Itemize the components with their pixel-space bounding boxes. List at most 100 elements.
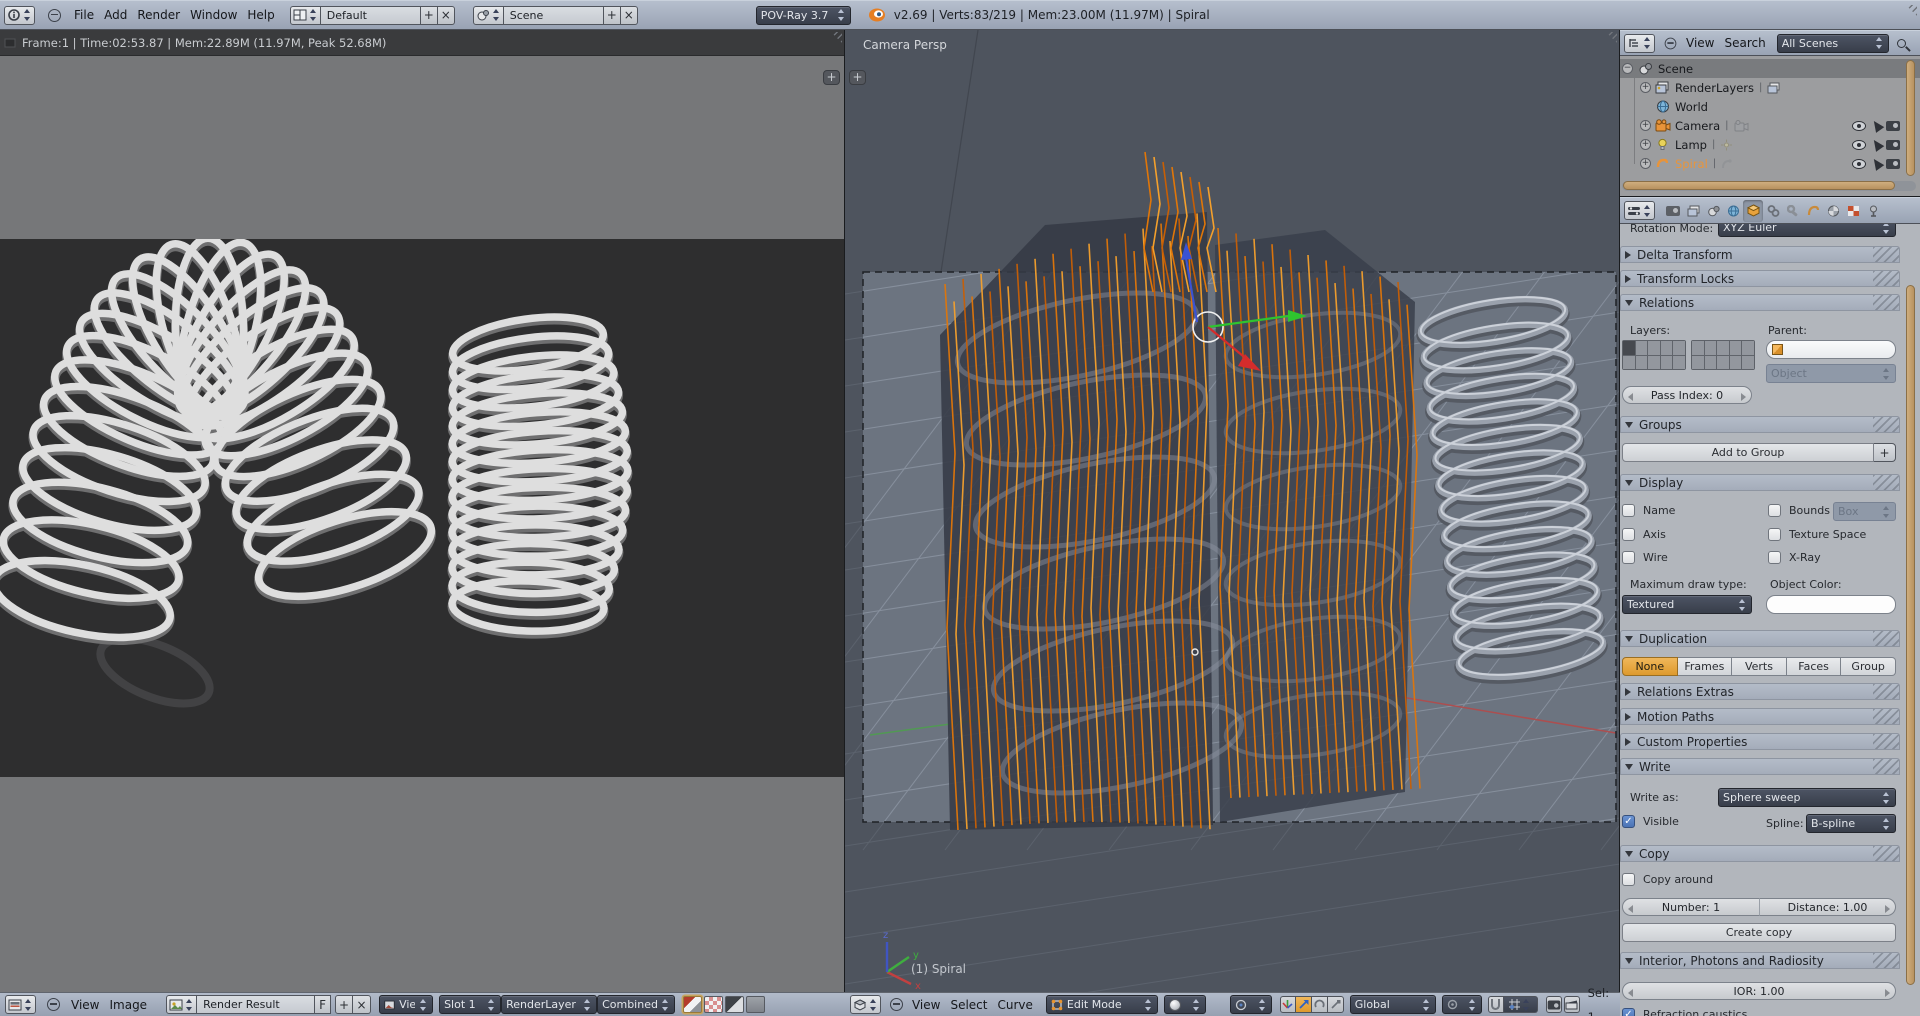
slot-dropdown[interactable]: Slot 1 — [439, 995, 501, 1014]
duplication-faces[interactable]: Faces — [1787, 657, 1842, 676]
color-channel-button[interactable] — [704, 996, 723, 1013]
panel-display[interactable]: Display — [1620, 474, 1900, 491]
manipulator-rotate-button[interactable] — [1312, 996, 1328, 1013]
scene-name-field[interactable]: Scene — [504, 6, 604, 25]
copy-around-checkbox[interactable] — [1622, 873, 1635, 886]
editor-type-button-properties[interactable] — [1624, 201, 1655, 220]
mode-dropdown[interactable]: Edit Mode — [1046, 995, 1158, 1014]
outliner-horizontal-scrollbar[interactable] — [1623, 181, 1895, 190]
panel-groups[interactable]: Groups — [1620, 416, 1900, 433]
bounds-type-dropdown[interactable]: Box — [1833, 502, 1896, 521]
copy-distance-slider[interactable]: Distance: 1.00 — [1759, 898, 1896, 916]
outliner-item-world[interactable]: World — [1620, 97, 1920, 116]
collapse-menus-icon[interactable] — [47, 998, 60, 1011]
menu-add[interactable]: Add — [99, 3, 132, 27]
editor-type-button-outliner[interactable] — [1624, 34, 1655, 53]
expand-toolshelf-button[interactable]: + — [849, 70, 866, 85]
menu-curve[interactable]: Curve — [993, 993, 1038, 1016]
render-toggle-icon[interactable] — [1886, 121, 1900, 131]
snap-element-dropdown[interactable] — [1504, 996, 1538, 1013]
ior-slider[interactable]: IOR: 1.00 — [1622, 982, 1896, 1000]
transform-orientation-dropdown[interactable]: Global — [1350, 995, 1436, 1014]
tab-constraints[interactable] — [1763, 200, 1783, 222]
menu-view[interactable]: View — [907, 993, 945, 1016]
add-layout-button[interactable]: + — [421, 6, 438, 25]
wire-checkbox[interactable] — [1622, 551, 1635, 564]
viewport-shading-dropdown[interactable] — [1164, 995, 1206, 1014]
layers-grid-left[interactable] — [1622, 340, 1686, 370]
selectable-toggle-icon[interactable] — [1870, 118, 1885, 133]
render-toggle-icon[interactable] — [1886, 159, 1900, 169]
bounds-checkbox[interactable] — [1768, 504, 1781, 517]
tab-object[interactable] — [1743, 200, 1763, 222]
outliner-vertical-scrollbar[interactable] — [1906, 60, 1915, 176]
outliner-item-renderlayers[interactable]: + RenderLayers | — [1620, 78, 1920, 97]
duplication-group[interactable]: Group — [1841, 657, 1896, 676]
axis-checkbox[interactable] — [1622, 528, 1635, 541]
image-view-mode-dropdown[interactable]: View — [379, 995, 433, 1014]
area-corner-widget[interactable] — [1904, 5, 1917, 18]
unlink-image-button[interactable]: × — [353, 995, 371, 1014]
menu-select[interactable]: Select — [945, 993, 992, 1016]
panel-copy[interactable]: Copy — [1620, 845, 1900, 862]
screen-layout-icon-button[interactable] — [290, 6, 321, 25]
image-browse-button[interactable] — [166, 995, 197, 1014]
parent-type-dropdown[interactable]: Object — [1766, 364, 1896, 383]
render-engine-dropdown[interactable]: POV-Ray 3.7 — [756, 6, 851, 25]
selectable-toggle-icon[interactable] — [1870, 137, 1885, 152]
menu-window[interactable]: Window — [185, 3, 242, 27]
editor-type-button-info[interactable] — [4, 6, 35, 25]
parent-object-field[interactable] — [1766, 340, 1896, 359]
duplication-none[interactable]: None — [1622, 657, 1678, 676]
tab-render[interactable] — [1663, 200, 1683, 222]
hide-toggle-icon[interactable] — [1852, 140, 1866, 150]
search-icon[interactable] — [1897, 39, 1906, 48]
rotation-mode-dropdown[interactable]: XYZ Euler — [1718, 224, 1896, 237]
copy-number-slider[interactable]: Number: 1 — [1622, 898, 1759, 916]
proportional-edit-dropdown[interactable] — [1442, 995, 1482, 1014]
panel-relations-extras[interactable]: Relations Extras — [1620, 683, 1900, 700]
image-editor-area[interactable]: Frame:1 | Time:02:53.87 | Mem:22.89M (11… — [0, 30, 845, 992]
tab-object-data[interactable] — [1803, 200, 1823, 222]
pivot-point-dropdown[interactable] — [1230, 995, 1272, 1014]
tab-modifiers[interactable] — [1783, 200, 1803, 222]
duplication-frames[interactable]: Frames — [1678, 657, 1733, 676]
delete-scene-button[interactable]: × — [621, 6, 638, 25]
opengl-render-anim-button[interactable] — [1564, 996, 1580, 1013]
outliner-item-camera[interactable]: + Camera | — [1620, 116, 1920, 135]
panel-duplication[interactable]: Duplication — [1620, 630, 1900, 647]
menu-render[interactable]: Render — [132, 3, 185, 27]
panel-interior[interactable]: Interior, Photons and Radiosity — [1620, 952, 1900, 969]
menu-image[interactable]: Image — [104, 993, 152, 1016]
menu-help[interactable]: Help — [242, 3, 279, 27]
editor-type-button-3dview[interactable] — [850, 995, 881, 1014]
max-draw-dropdown[interactable]: Textured — [1622, 595, 1752, 614]
properties-vertical-scrollbar[interactable] — [1906, 285, 1915, 985]
snap-magnet-button[interactable] — [1488, 996, 1504, 1013]
texture-space-checkbox[interactable] — [1768, 528, 1781, 541]
panel-motion-paths[interactable]: Motion Paths — [1620, 708, 1900, 725]
tab-world[interactable] — [1723, 200, 1743, 222]
manipulator-translate-button[interactable] — [1296, 996, 1312, 1013]
manipulator-axes-icon[interactable] — [1280, 996, 1296, 1013]
tab-material[interactable] — [1823, 200, 1843, 222]
tab-physics[interactable] — [1863, 200, 1883, 222]
delete-layout-button[interactable]: × — [438, 6, 455, 25]
manipulator-scale-button[interactable] — [1328, 996, 1344, 1013]
pass-index-slider[interactable]: Pass Index: 0 — [1622, 386, 1752, 404]
tab-scene[interactable] — [1703, 200, 1723, 222]
new-image-button[interactable]: + — [335, 995, 353, 1014]
tab-texture[interactable] — [1843, 200, 1863, 222]
refraction-caustics-checkbox[interactable]: ✓ — [1622, 1008, 1635, 1016]
panel-transform-locks[interactable]: Transform Locks — [1620, 270, 1900, 287]
collapse-menus-icon[interactable] — [1665, 37, 1677, 49]
editor-type-button-image[interactable] — [5, 995, 36, 1014]
write-as-dropdown[interactable]: Sphere sweep — [1718, 788, 1896, 807]
selectable-toggle-icon[interactable] — [1870, 156, 1885, 171]
collapse-menus-icon[interactable] — [48, 9, 61, 22]
outliner-filter-dropdown[interactable]: All Scenes — [1777, 34, 1889, 53]
render-pass-dropdown[interactable]: Combined — [597, 995, 675, 1014]
menu-file[interactable]: File — [69, 3, 99, 27]
render-layer-dropdown[interactable]: RenderLayer — [501, 995, 597, 1014]
expand-panel-button[interactable]: + — [823, 70, 840, 85]
